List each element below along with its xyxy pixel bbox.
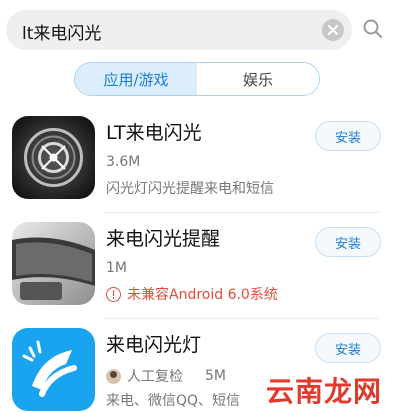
search-input[interactable]: lt来电闪光 bbox=[22, 19, 101, 44]
category-tabs: 应用/游戏 娱乐 bbox=[74, 62, 320, 96]
watermark: 云南龙网 bbox=[266, 375, 383, 408]
app-icon-flashlight bbox=[12, 328, 95, 411]
app-size: 3.6M bbox=[106, 154, 141, 170]
app-description: 闪光灯闪光提醒来电和短信 bbox=[106, 181, 274, 197]
app-size: 5M bbox=[205, 368, 226, 384]
app-name: LT来电闪光 bbox=[106, 122, 202, 144]
install-button[interactable]: 安装 bbox=[315, 333, 381, 363]
app-name: 来电闪光提醒 bbox=[106, 228, 221, 250]
app-icon-lt-flash bbox=[12, 116, 95, 199]
tab-apps-games[interactable]: 应用/游戏 bbox=[75, 63, 197, 95]
review-status: 人工复检 bbox=[127, 369, 183, 385]
app-name: 来电闪光灯 bbox=[106, 334, 202, 356]
install-button[interactable]: 安装 bbox=[315, 227, 381, 257]
clear-icon[interactable] bbox=[322, 19, 344, 41]
divider bbox=[104, 212, 380, 213]
divider bbox=[104, 318, 380, 319]
list-item[interactable]: LT来电闪光 3.6M 闪光灯闪光提醒来电和短信 安装 bbox=[0, 108, 400, 213]
tab-entertainment[interactable]: 娱乐 bbox=[197, 63, 319, 95]
app-meta: 人工复检 5M bbox=[106, 366, 226, 386]
search-icon[interactable] bbox=[360, 16, 386, 42]
app-description: 来电、微信QQ、短信 bbox=[106, 393, 241, 409]
install-button[interactable]: 安装 bbox=[315, 121, 381, 151]
app-icon-flash-reminder bbox=[12, 222, 95, 305]
list-item[interactable]: 来电闪光提醒 1M 未兼容Android 6.0系统 安装 bbox=[0, 214, 400, 319]
app-size: 1M bbox=[106, 260, 127, 276]
reviewer-avatar bbox=[106, 368, 121, 384]
search-bar[interactable]: lt来电闪光 bbox=[6, 10, 352, 50]
compatibility-warning: 未兼容Android 6.0系统 bbox=[106, 284, 278, 304]
warning-icon bbox=[106, 286, 121, 302]
